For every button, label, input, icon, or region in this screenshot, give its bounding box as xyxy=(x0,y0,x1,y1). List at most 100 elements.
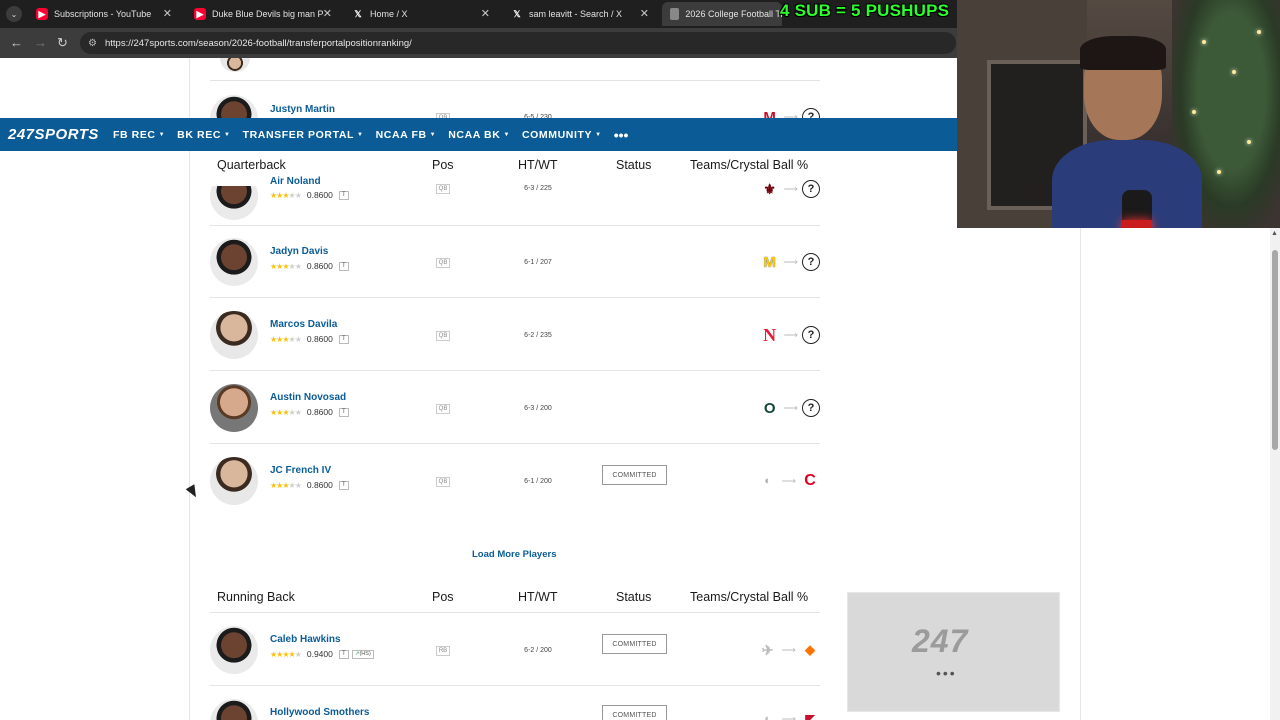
position-badge: QB xyxy=(436,404,450,414)
nav-community[interactable]: COMMUNITY ▼ xyxy=(522,129,602,141)
url-input[interactable]: ⚙ https://247sports.com/season/2026-foot… xyxy=(80,32,956,54)
team-logo-icon: ◐ xyxy=(764,713,771,720)
scroll-up-icon[interactable]: ▲ xyxy=(1271,230,1278,237)
browser-tab-x-search[interactable]: 𝕏 sam leavitt - Search / X ✕ xyxy=(503,2,657,26)
question-icon[interactable]: ? xyxy=(802,326,820,344)
star-rating-icon: ★★★★★ xyxy=(270,407,302,417)
column-header-status: Status xyxy=(616,590,652,604)
team-logo-icon: ◤ xyxy=(805,712,815,720)
caret-down-icon: ▼ xyxy=(357,131,364,138)
arrow-icon: ⟶ xyxy=(781,644,796,656)
teams-crystal-ball: ✈ ⟶ ◆ xyxy=(750,640,820,660)
nav-fb-rec[interactable]: FB REC ▼ xyxy=(113,129,165,141)
arrow-icon: ⟶ xyxy=(783,329,798,341)
youtube-icon: ▶ xyxy=(194,8,206,20)
player-name-link[interactable]: JC French IV xyxy=(270,465,331,476)
player-name-link[interactable]: Justyn Martin xyxy=(270,104,335,115)
caret-down-icon: ▼ xyxy=(224,131,231,138)
loading-dots-icon: ••• xyxy=(936,665,957,681)
player-rating: ★★★★★ 0.8600 T xyxy=(270,480,349,490)
webcam-overlay xyxy=(957,0,1280,228)
247sports-logo[interactable]: 247SPORTS xyxy=(8,126,99,143)
player-row[interactable]: Caleb Hawkins ★★★★★ 0.9400 T ↗ (HS) RB 6-… xyxy=(210,614,820,686)
question-icon[interactable]: ? xyxy=(802,399,820,417)
mouse-cursor-icon xyxy=(185,484,201,500)
player-row[interactable]: Austin Novosad ★★★★★ 0.8600 T QB 6-3 / 2… xyxy=(210,372,820,444)
status-badge: COMMITTED xyxy=(602,465,667,485)
player-row[interactable]: Jadyn Davis ★★★★★ 0.8600 T QB 6-1 / 207 … xyxy=(210,226,820,298)
site-info-icon[interactable]: ⚙ xyxy=(88,38,97,49)
question-icon[interactable]: ? xyxy=(802,253,820,271)
nav-bk-rec[interactable]: BK REC ▼ xyxy=(177,129,230,141)
player-row[interactable]: Hollywood Smothers COMMITTED ◐ ⟶ ◤ xyxy=(210,687,820,720)
tab-title: sam leavitt - Search / X xyxy=(529,9,623,19)
back-arrow-icon[interactable]: ← xyxy=(10,35,23,50)
star-rating-icon: ★★★★★ xyxy=(270,649,302,659)
streamer xyxy=(1052,36,1202,228)
player-name-link[interactable]: Hollywood Smothers xyxy=(270,707,369,718)
close-icon[interactable]: ✕ xyxy=(163,7,172,20)
nav-ncaa-bk[interactable]: NCAA BK ▼ xyxy=(448,129,510,141)
content-divider xyxy=(1080,228,1081,720)
close-icon[interactable]: ✕ xyxy=(481,7,490,20)
reload-icon[interactable]: ↻ xyxy=(57,35,68,51)
page-scrollbar[interactable]: ▲ xyxy=(1270,228,1280,720)
arrow-icon: ⟶ xyxy=(783,183,798,195)
tab-title: 2026 College Football Transfer xyxy=(685,9,782,19)
more-menu-icon[interactable]: ••• xyxy=(614,127,629,143)
tab-title: Subscriptions - YouTube xyxy=(54,9,152,19)
nav-transfer-portal[interactable]: TRANSFER PORTAL ▼ xyxy=(243,129,364,141)
player-rating: ★★★★★ 0.8600 T xyxy=(270,190,349,200)
player-name-link[interactable]: Austin Novosad xyxy=(270,392,346,403)
position-badge: QB xyxy=(436,184,450,194)
nav-label: BK REC xyxy=(177,128,222,141)
tree-light xyxy=(1217,170,1221,174)
close-icon[interactable]: ✕ xyxy=(640,7,649,20)
arrow-icon: ⟶ xyxy=(783,256,798,268)
star-rating-icon: ★★★★★ xyxy=(270,480,302,490)
question-icon[interactable]: ? xyxy=(802,180,820,198)
player-row-partial[interactable] xyxy=(210,58,820,81)
player-avatar xyxy=(220,58,250,72)
position-badge: QB xyxy=(436,477,450,487)
browser-tab-x-home[interactable]: 𝕏 Home / X ✕ xyxy=(344,2,498,26)
north-texas-logo-icon: ✈ xyxy=(761,641,774,658)
player-name-link[interactable]: Jadyn Davis xyxy=(270,246,328,257)
player-avatar xyxy=(210,384,258,432)
rating-score: 0.8600 xyxy=(306,261,333,271)
browser-tab-youtube-subs[interactable]: ▶ Subscriptions - YouTube ✕ xyxy=(28,2,180,26)
load-more-players-link[interactable]: Load More Players xyxy=(472,549,556,560)
caret-down-icon: ▼ xyxy=(595,131,602,138)
player-name-link[interactable]: Air Noland xyxy=(270,176,321,187)
caret-down-icon: ▼ xyxy=(429,131,437,138)
player-name-link[interactable]: Marcos Davila xyxy=(270,319,337,330)
transfer-badge: T xyxy=(338,480,349,490)
arrow-icon: ⟶ xyxy=(781,713,796,720)
player-rating: ★★★★★ 0.9400 T ↗ (HS) xyxy=(270,649,374,659)
rating-score: 0.8600 xyxy=(306,407,333,417)
player-avatar xyxy=(210,186,258,220)
teams-crystal-ball: ◐ ⟶ C xyxy=(750,471,820,491)
player-row[interactable]: Justyn Martin QB 6-5 / 230 M ⟶ ? xyxy=(210,81,820,143)
browser-tab-247[interactable]: 2026 College Football Transfer xyxy=(662,2,782,26)
player-row[interactable]: Air Noland ★★★★★ 0.8600 T QB 6-3 / 225 ⚜… xyxy=(210,154,820,226)
hs-badge: ↗ (HS) xyxy=(351,649,374,659)
ad-placeholder[interactable]: 247 ••• xyxy=(847,592,1060,712)
uab-logo-icon: ◐ xyxy=(764,475,771,487)
column-header-pos: Pos xyxy=(432,590,454,604)
player-avatar xyxy=(210,311,258,359)
tab-search-icon[interactable]: ⌄ xyxy=(6,6,22,22)
content-divider xyxy=(189,58,190,720)
player-row[interactable]: Marcos Davila ★★★★★ 0.8600 T QB 6-2 / 23… xyxy=(210,299,820,371)
player-name-link[interactable]: Caleb Hawkins xyxy=(270,634,341,645)
x-icon: 𝕏 xyxy=(354,8,362,19)
browser-tab-youtube-duke[interactable]: ▶ Duke Blue Devils big man Patrick ✕ xyxy=(186,2,340,26)
forward-arrow-icon[interactable]: → xyxy=(34,35,47,50)
scrollbar-thumb[interactable] xyxy=(1272,250,1278,450)
height-weight: 6-1 / 207 xyxy=(524,259,552,266)
tab-title: Duke Blue Devils big man Patrick xyxy=(212,9,324,19)
player-row[interactable]: JC French IV ★★★★★ 0.8600 T QB 6-1 / 200… xyxy=(210,445,820,517)
close-icon[interactable]: ✕ xyxy=(323,7,332,20)
player-avatar xyxy=(210,626,258,674)
nav-ncaa-fb[interactable]: NCAA FB ▼ xyxy=(376,129,437,141)
